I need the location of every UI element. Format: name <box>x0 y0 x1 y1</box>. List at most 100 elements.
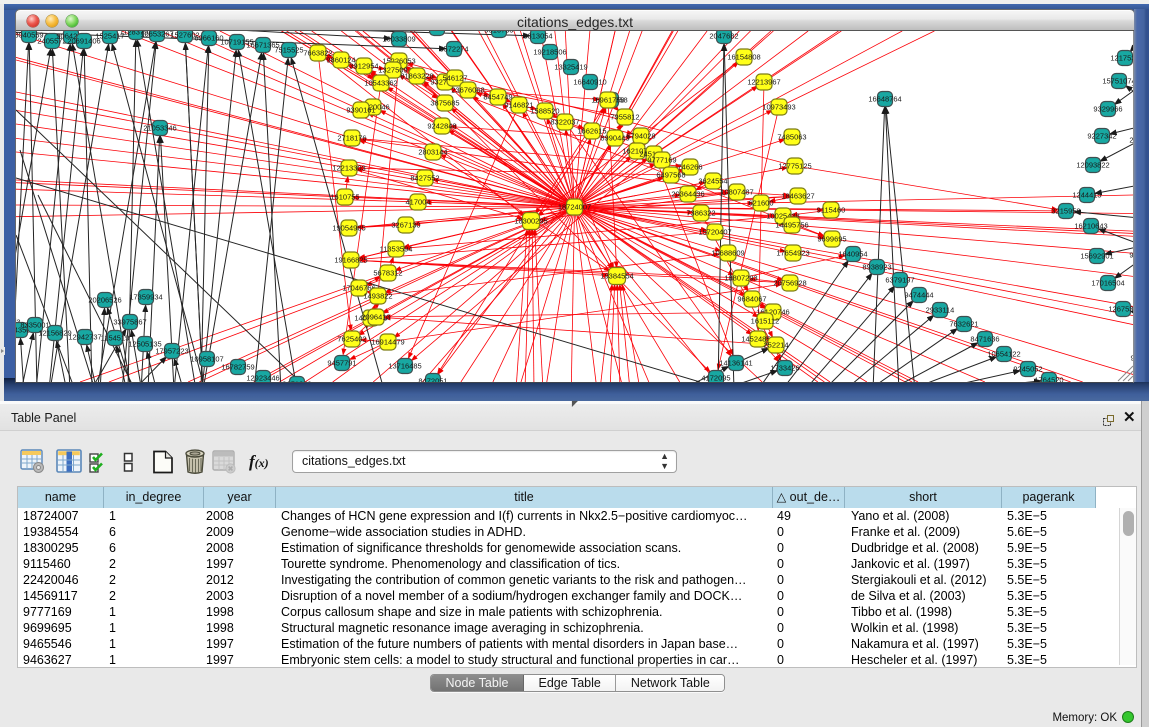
svg-text:8322037: 8322037 <box>550 118 579 127</box>
svg-text:9242848: 9242848 <box>427 122 456 131</box>
svg-text:10688609: 10688609 <box>711 249 744 258</box>
svg-text:12775125: 12775125 <box>778 162 811 171</box>
svg-text:1640954: 1640954 <box>838 250 867 259</box>
svg-text:8990443: 8990443 <box>600 134 629 143</box>
svg-text:14136141: 14136141 <box>719 359 752 368</box>
svg-text:2933114: 2933114 <box>926 306 955 315</box>
svg-text:19384554: 19384554 <box>600 272 633 281</box>
svg-text:546127: 546127 <box>442 74 467 83</box>
svg-text:16210643: 16210643 <box>1074 222 1107 231</box>
svg-text:21053346: 21053346 <box>143 124 176 133</box>
svg-text:15721974: 15721974 <box>420 31 453 33</box>
svg-text:12923446: 12923446 <box>246 374 279 383</box>
svg-text:3875685: 3875685 <box>430 99 459 108</box>
svg-text:7515525: 7515525 <box>274 46 303 55</box>
svg-text:23676068: 23676068 <box>451 86 484 95</box>
svg-text:12213967: 12213967 <box>747 78 780 87</box>
svg-text:17359934: 17359934 <box>129 293 162 302</box>
svg-text:33975867: 33975867 <box>113 318 146 327</box>
svg-text:7632621: 7632621 <box>949 320 978 329</box>
svg-text:10543362: 10543362 <box>364 79 397 88</box>
svg-text:3267130: 3267130 <box>391 221 420 230</box>
svg-text:8427552: 8427552 <box>410 174 439 183</box>
svg-text:11353594: 11353594 <box>380 245 413 254</box>
svg-text:12942737: 12942737 <box>68 333 101 342</box>
svg-text:9699695: 9699695 <box>817 235 846 244</box>
svg-text:18300295: 18300295 <box>514 217 547 226</box>
svg-text:17016504: 17016504 <box>1091 279 1124 288</box>
svg-text:13325419: 13325419 <box>554 63 587 72</box>
svg-text:9474444: 9474444 <box>904 291 933 300</box>
svg-text:9245052: 9245052 <box>1013 365 1042 374</box>
svg-text:10807487: 10807487 <box>720 188 753 197</box>
svg-text:15751074: 15751074 <box>1102 77 1134 86</box>
svg-text:1493822: 1493822 <box>363 292 392 301</box>
svg-text:417004: 417004 <box>405 198 430 207</box>
svg-text:2803144: 2803144 <box>418 148 447 157</box>
svg-text:9151040: 9151040 <box>282 380 311 383</box>
svg-text:10958107: 10958107 <box>190 355 223 364</box>
svg-text:8471636: 8471636 <box>970 335 999 344</box>
svg-text:17654923: 17654923 <box>776 249 809 258</box>
svg-text:13716485: 13716485 <box>388 362 421 371</box>
svg-text:7955812: 7955812 <box>610 113 639 122</box>
svg-text:19054985: 19054985 <box>332 224 365 233</box>
svg-text:20364436: 20364436 <box>671 190 704 199</box>
svg-text:6966160: 6966160 <box>194 34 223 43</box>
svg-text:17957223: 17957223 <box>155 347 188 356</box>
svg-text:1267534: 1267534 <box>1108 305 1134 314</box>
svg-text:9684067: 9684067 <box>737 295 766 304</box>
svg-text:16782759: 16782759 <box>221 363 254 372</box>
svg-text:1588520: 1588520 <box>530 107 559 116</box>
svg-text:9457791: 9457791 <box>327 359 356 368</box>
svg-text:9146821: 9146821 <box>504 101 533 110</box>
svg-text:19166825: 19166825 <box>334 256 367 265</box>
svg-text:10653267: 10653267 <box>140 31 173 39</box>
svg-text:7386322: 7386322 <box>686 209 715 218</box>
svg-text:8472051: 8472051 <box>418 377 447 383</box>
svg-text:14495756: 14495756 <box>775 221 808 230</box>
svg-text:20756928: 20756928 <box>773 279 806 288</box>
svg-text:2047682: 2047682 <box>709 32 738 41</box>
svg-text:12213303: 12213303 <box>332 164 365 173</box>
svg-text:3912954: 3912954 <box>349 62 378 71</box>
svg-text:1615112: 1615112 <box>751 317 780 326</box>
svg-text:16648764: 16648764 <box>868 95 901 104</box>
svg-text:621600: 621600 <box>748 199 773 208</box>
svg-text:8813054: 8813054 <box>523 32 552 41</box>
svg-text:5678312: 5678312 <box>373 269 402 278</box>
svg-text:7485063: 7485063 <box>777 133 806 142</box>
svg-text:18463627: 18463627 <box>781 192 814 201</box>
svg-text:15720407: 15720407 <box>698 228 731 237</box>
svg-text:7625402: 7625402 <box>337 335 366 344</box>
svg-text:12156829: 12156829 <box>38 329 71 338</box>
svg-text:1610755: 1610755 <box>330 193 359 202</box>
svg-text:1733426: 1733426 <box>770 364 799 373</box>
svg-text:3572274: 3572274 <box>439 45 468 54</box>
svg-text:6497568: 6497568 <box>656 171 685 180</box>
svg-text:2718176: 2718176 <box>337 134 366 143</box>
svg-text:252214: 252214 <box>763 341 788 350</box>
svg-text:16033809: 16033809 <box>382 35 415 44</box>
svg-text:18724007: 18724007 <box>558 203 591 212</box>
svg-text:3624554: 3624554 <box>698 177 727 186</box>
svg-text:16154808: 16154808 <box>727 53 760 62</box>
svg-text:9777169: 9777169 <box>647 156 676 165</box>
svg-text:9390161: 9390161 <box>346 106 375 115</box>
svg-text:6379197: 6379197 <box>885 276 914 285</box>
svg-text:9516735: 9516735 <box>484 31 513 35</box>
svg-text:15692901: 15692901 <box>1080 252 1113 261</box>
svg-text:10973493: 10973493 <box>762 103 795 112</box>
svg-text:2096413: 2096413 <box>361 313 390 322</box>
svg-text:81863228: 81863228 <box>400 72 433 81</box>
svg-text:1244415: 1244415 <box>1072 191 1101 200</box>
svg-text:4172095: 4172095 <box>701 374 730 383</box>
svg-text:19218506: 19218506 <box>533 48 566 57</box>
svg-text:18807293: 18807293 <box>724 274 757 283</box>
svg-text:20206526: 20206526 <box>88 296 121 305</box>
svg-text:16961758: 16961758 <box>591 96 624 105</box>
svg-text:9115460: 9115460 <box>817 206 846 215</box>
svg-text:16914479: 16914479 <box>371 338 404 347</box>
svg-text:9329966: 9329966 <box>1093 105 1122 114</box>
svg-text:8938923: 8938923 <box>862 263 891 272</box>
